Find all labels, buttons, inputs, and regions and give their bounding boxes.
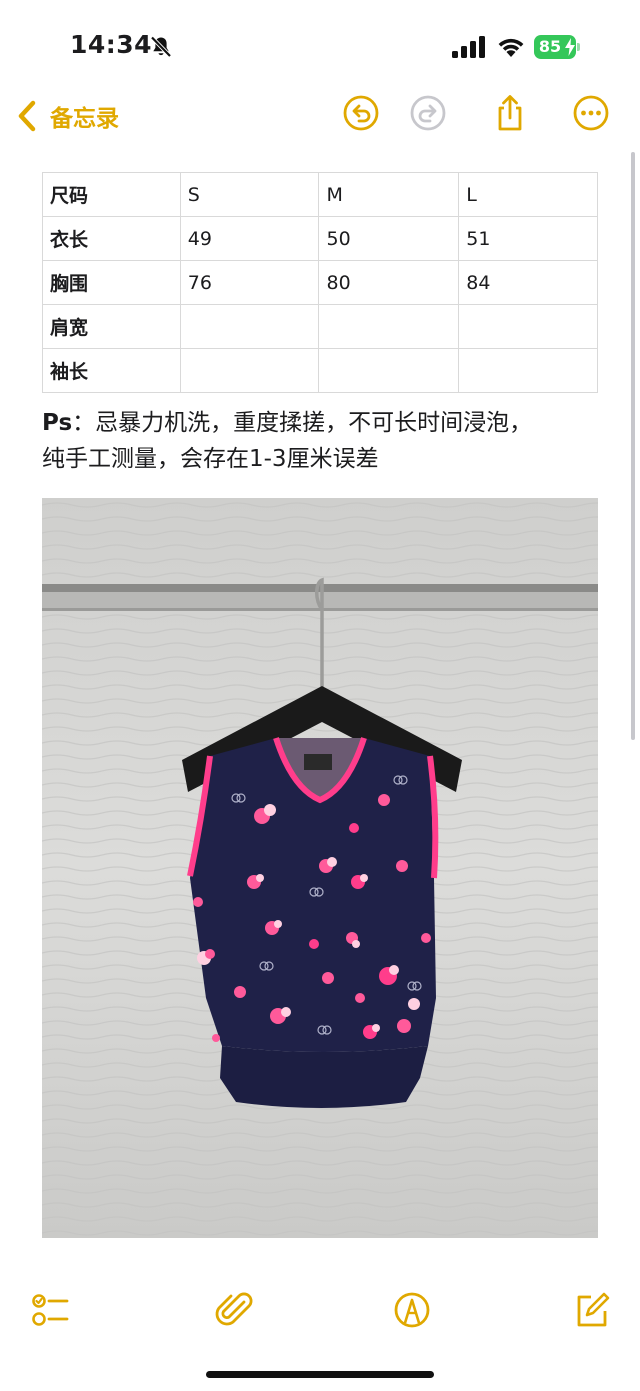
table-cell[interactable]: [458, 348, 598, 393]
wifi-icon: [498, 38, 524, 57]
table-row: 袖长: [42, 348, 598, 393]
table-cell[interactable]: 胸围: [42, 260, 181, 305]
table-row: 尺码 S M L: [42, 172, 598, 217]
bell-slash-icon: [150, 36, 172, 58]
scroll-indicator[interactable]: [631, 152, 635, 740]
table-cell[interactable]: [318, 348, 460, 393]
battery-nub: [577, 43, 580, 51]
table-cell[interactable]: 肩宽: [42, 304, 181, 349]
table-row: 肩宽: [42, 304, 598, 349]
bottom-toolbar: [0, 1280, 640, 1340]
note-line-2: 纯手工测量，会存在1-3厘米误差: [42, 446, 379, 472]
chevron-left-icon: [18, 100, 36, 132]
table-cell[interactable]: S: [179, 172, 320, 217]
table-cell[interactable]: 84: [458, 260, 598, 305]
table-cell[interactable]: 衣长: [42, 216, 181, 261]
compose-icon[interactable]: [572, 1290, 612, 1330]
status-bar: 14:34 85: [0, 0, 640, 90]
paperclip-icon[interactable]: [214, 1290, 254, 1330]
table-cell[interactable]: M: [318, 172, 460, 217]
charging-bolt-icon: [565, 38, 575, 56]
table-cell[interactable]: [179, 348, 320, 393]
redo-icon[interactable]: [409, 94, 447, 132]
ps-label: Ps: [42, 410, 73, 436]
more-icon[interactable]: [572, 94, 610, 132]
product-photo[interactable]: [42, 498, 598, 1238]
share-icon[interactable]: [491, 94, 529, 132]
note-line-1: ：忌暴力机洗，重度揉搓，不可长时间浸泡，: [72, 410, 533, 436]
table-row: 衣长 49 50 51: [42, 216, 598, 261]
table-cell[interactable]: 50: [318, 216, 460, 261]
table-cell[interactable]: 80: [318, 260, 460, 305]
table-cell[interactable]: L: [458, 172, 598, 217]
table-cell[interactable]: 51: [458, 216, 598, 261]
table-row: 胸围 76 80 84: [42, 260, 598, 305]
table-cell[interactable]: 袖长: [42, 348, 181, 393]
table-cell[interactable]: [458, 304, 598, 349]
checklist-icon[interactable]: [30, 1290, 70, 1330]
back-label: 备忘录: [50, 106, 119, 132]
status-time: 14:34: [70, 30, 153, 59]
markup-icon[interactable]: [392, 1290, 432, 1330]
home-indicator[interactable]: [206, 1371, 434, 1378]
vest-on-hanger-image: [42, 498, 598, 1238]
nav-bar: 备忘录: [0, 90, 640, 142]
table-cell[interactable]: 49: [179, 216, 320, 261]
table-cell[interactable]: 76: [179, 260, 320, 305]
battery-charging-icon: 85: [534, 35, 580, 59]
table-cell[interactable]: [179, 304, 320, 349]
back-button[interactable]: 备忘录: [16, 96, 119, 136]
note-body-text[interactable]: Ps：忌暴力机洗，重度揉搓，不可长时间浸泡， 纯手工测量，会存在1-3厘米误差: [42, 405, 602, 477]
undo-icon[interactable]: [342, 94, 380, 132]
table-cell[interactable]: 尺码: [42, 172, 181, 217]
size-table: 尺码 S M L 衣长 49 50 51 胸围 76 80 84 肩宽 袖长: [42, 172, 598, 393]
table-cell[interactable]: [318, 304, 460, 349]
cellular-signal-icon: [452, 36, 485, 58]
